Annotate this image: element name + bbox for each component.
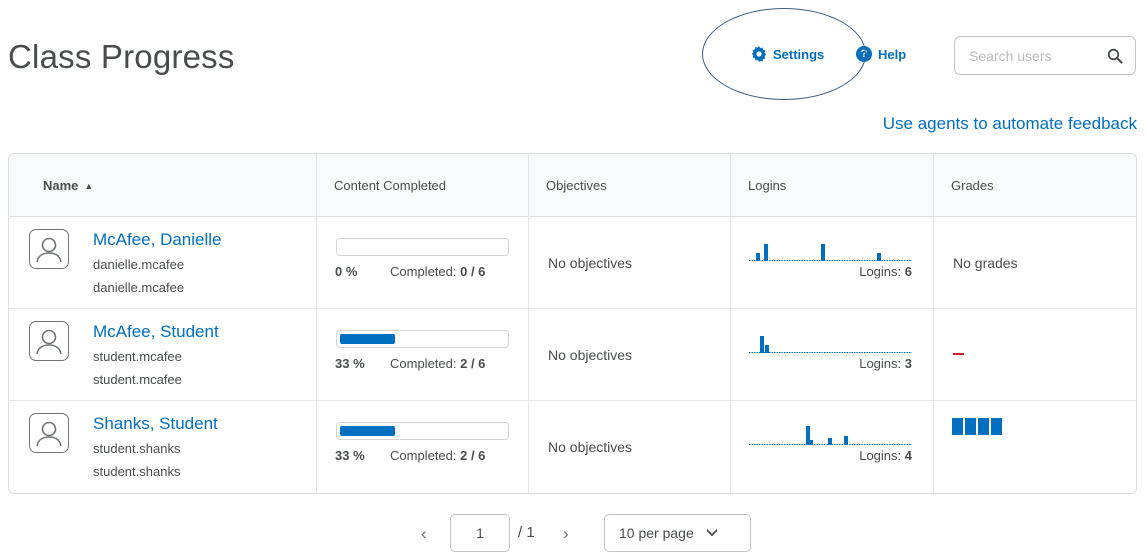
objectives-status: No objectives: [548, 439, 633, 455]
column-header-name[interactable]: Name ▲: [26, 154, 93, 217]
class-progress-table: Name ▲ Content Completed Objectives Logi…: [8, 153, 1137, 494]
login-bar: [821, 244, 825, 261]
total-pages: / 1: [518, 524, 535, 541]
settings-link[interactable]: Settings: [751, 46, 824, 62]
grade-bar: [952, 418, 963, 435]
user-icon: [36, 421, 62, 447]
logins-sparkline: [749, 426, 912, 445]
search-input[interactable]: [969, 47, 1107, 64]
table-row: Shanks, Student student.shanks student.s…: [9, 401, 1136, 493]
completed-count: Completed: 2 / 6: [390, 448, 486, 463]
user-icon: [36, 329, 62, 355]
avatar: [29, 321, 69, 361]
table-row: McAfee, Danielle danielle.mcafee daniell…: [9, 217, 1136, 309]
progress-fill: [340, 334, 396, 344]
org-defined-id: student.shanks: [93, 464, 181, 479]
content-progress-bar: [336, 238, 509, 256]
logins-count: Logins: 4: [859, 448, 912, 463]
settings-label: Settings: [773, 46, 825, 62]
login-bar: [756, 253, 760, 261]
login-bar: [828, 438, 832, 445]
avatar: [29, 229, 69, 269]
column-header-grades: Grades: [951, 178, 994, 193]
grade-bar: [965, 418, 976, 435]
login-bar: [764, 244, 768, 261]
percent-complete: 0 %: [335, 264, 358, 279]
logins-count: Logins: 6: [859, 264, 912, 279]
percent-complete: 33 %: [335, 356, 365, 371]
user-name-link[interactable]: McAfee, Danielle: [93, 230, 222, 250]
user-name-link[interactable]: McAfee, Student: [93, 322, 219, 342]
grade-bar: [978, 418, 989, 435]
percent-complete: 33 %: [335, 448, 365, 463]
logins-sparkline: [749, 244, 912, 261]
table-header: Name ▲ Content Completed Objectives Logi…: [9, 154, 1136, 217]
help-icon: ?: [856, 46, 872, 62]
objectives-status: No objectives: [548, 347, 633, 363]
per-page-select[interactable]: 10 per page: [604, 514, 751, 552]
org-defined-id: student.mcafee: [93, 372, 182, 387]
login-bar: [810, 440, 813, 445]
search-box[interactable]: [954, 36, 1136, 75]
grades-empty-indicator: –: [953, 353, 964, 355]
column-header-content-completed: Content Completed: [334, 178, 447, 193]
login-bar: [806, 426, 810, 445]
username: student.mcafee: [93, 349, 182, 364]
login-bar: [760, 336, 764, 353]
column-header-logins: Logins: [748, 178, 787, 193]
user-name-link[interactable]: Shanks, Student: [93, 414, 218, 434]
sort-ascending-icon: ▲: [84, 180, 94, 191]
login-bar: [765, 345, 769, 353]
login-bar: [844, 436, 848, 445]
org-defined-id: danielle.mcafee: [93, 280, 185, 295]
progress-fill: [340, 426, 396, 436]
objectives-status: No objectives: [548, 255, 633, 271]
grade-bar: [991, 418, 1002, 435]
user-icon: [36, 237, 62, 263]
grades-status: No grades: [953, 255, 1018, 271]
automate-feedback-link[interactable]: Use agents to automate feedback: [883, 114, 1137, 134]
chevron-down-icon: [706, 529, 718, 536]
content-progress-bar: [336, 422, 509, 440]
content-progress-bar: [336, 330, 509, 348]
grades-bar-graph[interactable]: [952, 418, 1002, 435]
help-link[interactable]: ? Help: [856, 46, 906, 62]
chevron-left-icon[interactable]: ‹: [421, 524, 427, 544]
completed-count: Completed: 2 / 6: [390, 356, 486, 371]
username: danielle.mcafee: [93, 257, 185, 272]
pagination: ‹ / 1 › 10 per page: [0, 514, 1147, 554]
username: student.shanks: [93, 441, 181, 456]
avatar: [29, 413, 69, 453]
table-row: McAfee, Student student.mcafee student.m…: [9, 309, 1136, 401]
logins-count: Logins: 3: [859, 356, 912, 371]
help-label: Help: [878, 46, 907, 62]
completed-count: Completed: 0 / 6: [390, 264, 486, 279]
page-title: Class Progress: [8, 38, 235, 75]
column-header-objectives: Objectives: [546, 178, 607, 193]
logins-sparkline: [749, 336, 912, 353]
login-bar: [877, 253, 881, 261]
chevron-right-icon[interactable]: ›: [563, 524, 569, 544]
search-icon[interactable]: [1107, 48, 1123, 64]
per-page-value: 10 per page: [619, 525, 694, 541]
page-number-input[interactable]: [450, 514, 510, 552]
gear-icon: [751, 46, 767, 62]
